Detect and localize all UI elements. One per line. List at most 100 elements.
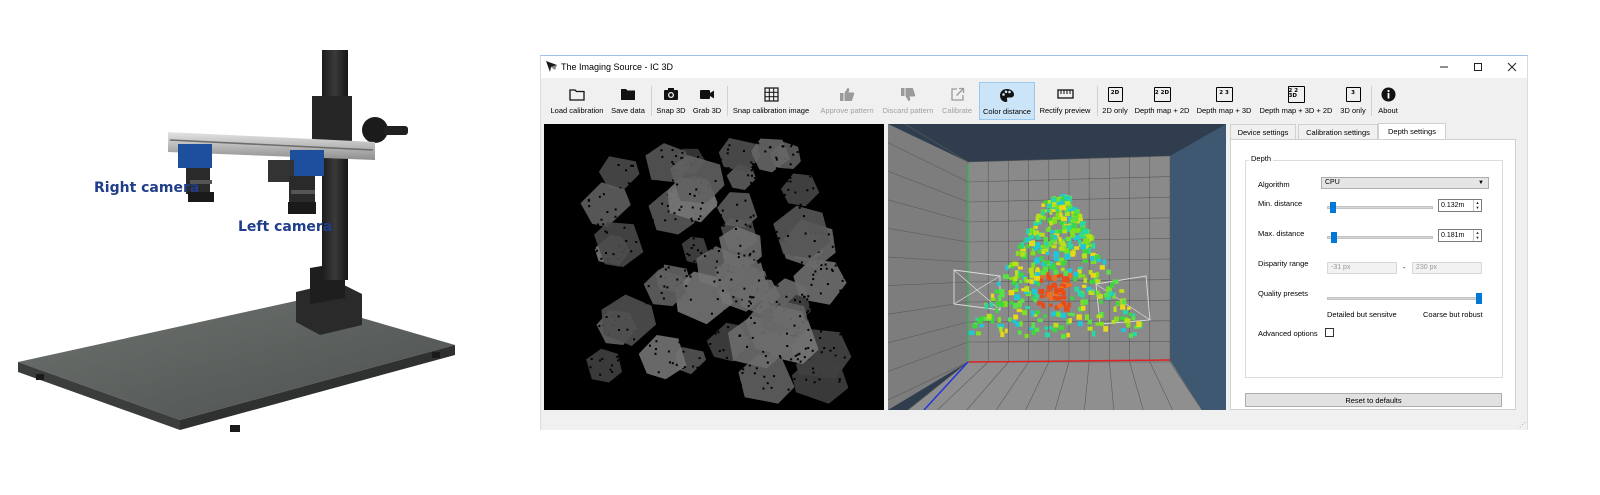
min-distance-spinbox[interactable]: 0.132m ▲ ▼ (1438, 199, 1482, 212)
point-cloud-dot (1031, 322, 1036, 329)
advanced-options-label: Advanced options (1258, 329, 1318, 338)
point-cloud-dot (1012, 261, 1019, 267)
depth-hole-dot (620, 377, 623, 380)
point-cloud-dot (1053, 322, 1059, 328)
depth-hole-dot (783, 193, 786, 196)
resize-grip-icon[interactable]: ⋰ (1519, 421, 1526, 429)
algorithm-select[interactable]: CPU ▼ (1321, 177, 1489, 189)
tab-depth-settings[interactable]: Depth settings (1378, 123, 1446, 139)
point-cloud-dot (1110, 284, 1114, 288)
2d-only-button[interactable]: 2D 2D only (1100, 82, 1130, 120)
depth-hole-dot (605, 316, 608, 318)
depth-hole-dot (659, 275, 662, 278)
spin-arrows-icon[interactable]: ▲ ▼ (1473, 230, 1481, 241)
point-cloud-dot (1058, 229, 1063, 234)
max-distance-slider[interactable] (1327, 232, 1433, 243)
load-calibration-button[interactable]: Load calibration (547, 82, 607, 120)
point-cloud-dot (1078, 239, 1082, 245)
min-distance-slider[interactable] (1327, 202, 1433, 213)
minimize-button[interactable] (1427, 56, 1461, 78)
approve-pattern-button[interactable]: Approve pattern (816, 82, 878, 120)
point-cloud-dot (1026, 279, 1030, 283)
maximize-button[interactable] (1461, 56, 1495, 78)
point-cloud-dot (997, 317, 1002, 323)
depth-hole-dot (655, 348, 657, 351)
depth-hole-dot (794, 191, 797, 194)
view-3d-point-cloud[interactable] (888, 124, 1226, 410)
depth-hole-dot (782, 264, 785, 267)
quality-presets-slider-thumb[interactable] (1476, 293, 1482, 304)
point-cloud-dot (1074, 209, 1080, 214)
depth-hole-dot (701, 145, 703, 148)
about-button[interactable]: About (1374, 82, 1402, 120)
depth-hole-dot (810, 339, 812, 342)
depth-hole-dot (701, 202, 704, 204)
3d-only-button[interactable]: 3 3D only (1338, 82, 1368, 120)
point-cloud-dot (1015, 270, 1019, 277)
depth-hole-dot (787, 188, 790, 191)
point-cloud-dot (1051, 244, 1057, 249)
save-data-button[interactable]: Save data (609, 82, 647, 120)
snap-3d-button[interactable]: Snap 3D (654, 82, 688, 120)
depth-hole-dot (714, 180, 717, 182)
depth-hole-dot (817, 205, 820, 207)
advanced-options-checkbox[interactable] (1325, 328, 1334, 337)
title-bar[interactable]: The Imaging Source - IC 3D (541, 56, 1527, 78)
depth-hole-dot (752, 185, 755, 188)
reset-to-defaults-button[interactable]: Reset to defaults (1245, 393, 1502, 407)
depth-map-2d-button[interactable]: 2 2D Depth map + 2D (1133, 82, 1191, 120)
depth-hole-dot (689, 344, 692, 347)
depth-hole-dot (757, 190, 760, 192)
depth-hole-dot (688, 254, 691, 257)
point-cloud-dot (1052, 328, 1058, 333)
depth-hole-dot (697, 249, 699, 252)
tab-device-settings[interactable]: Device settings (1230, 124, 1296, 139)
view-depth-2d-icon: 2 2D (1153, 86, 1171, 102)
discard-pattern-button[interactable]: Discard pattern (879, 82, 937, 120)
depth-hole-dot (730, 278, 733, 281)
depth-hole-dot (630, 250, 633, 253)
max-distance-spinbox[interactable]: 0.181m ▲ ▼ (1438, 229, 1482, 242)
depth-hole-dot (761, 173, 764, 176)
spin-arrows-icon[interactable]: ▲ ▼ (1473, 200, 1481, 211)
depth-hole-dot (740, 383, 742, 386)
point-cloud-dot (1083, 249, 1089, 254)
depth-hole-dot (618, 329, 620, 331)
point-cloud-dot (1030, 251, 1036, 256)
depth-hole-dot (766, 382, 769, 385)
depth-hole-dot (627, 214, 630, 217)
quality-presets-slider[interactable] (1327, 293, 1482, 304)
depth-hole-dot (727, 167, 730, 170)
depth-hole-dot (727, 326, 730, 329)
point-cloud-dot (1100, 321, 1104, 327)
depth-hole-dot (791, 143, 793, 146)
rectify-preview-button[interactable]: Rectify preview (1037, 82, 1093, 120)
maximize-icon (1474, 63, 1482, 71)
depth-hole-dot (710, 312, 713, 315)
depth-hole-dot (614, 208, 617, 211)
calibrate-button[interactable]: Calibrate (939, 82, 975, 120)
depth-hole-dot (778, 355, 781, 357)
view-2d-depth-preview[interactable] (544, 124, 884, 410)
tab-calibration-settings[interactable]: Calibration settings (1298, 124, 1378, 139)
depth-map-3d-2d-button[interactable]: 2 2 3D Depth map + 3D + 2D (1258, 82, 1334, 120)
point-cloud-dot (1096, 258, 1102, 263)
snap-calibration-image-button[interactable]: Snap calibration image (730, 82, 812, 120)
depth-hole-dot (717, 250, 720, 252)
depth-hole-dot (669, 361, 671, 364)
color-distance-button[interactable]: Color distance (979, 82, 1035, 120)
max-distance-slider-thumb[interactable] (1331, 232, 1337, 243)
point-cloud-dot (1087, 326, 1093, 331)
depth-hole-dot (752, 250, 755, 253)
depth-hole-dot (748, 189, 751, 192)
point-cloud-dot (1120, 304, 1126, 310)
depth-hole-dot (693, 194, 696, 197)
depth-map-3d-button[interactable]: 2 3 Depth map + 3D (1195, 82, 1253, 120)
depth-hole-dot (796, 151, 799, 153)
depth-hole-dot (699, 215, 702, 218)
close-button[interactable] (1495, 56, 1529, 78)
grab-3d-button[interactable]: Grab 3D (690, 82, 724, 120)
depth-hole-dot (752, 167, 755, 170)
min-distance-slider-thumb[interactable] (1330, 202, 1336, 213)
point-cloud-dot (1028, 267, 1034, 274)
